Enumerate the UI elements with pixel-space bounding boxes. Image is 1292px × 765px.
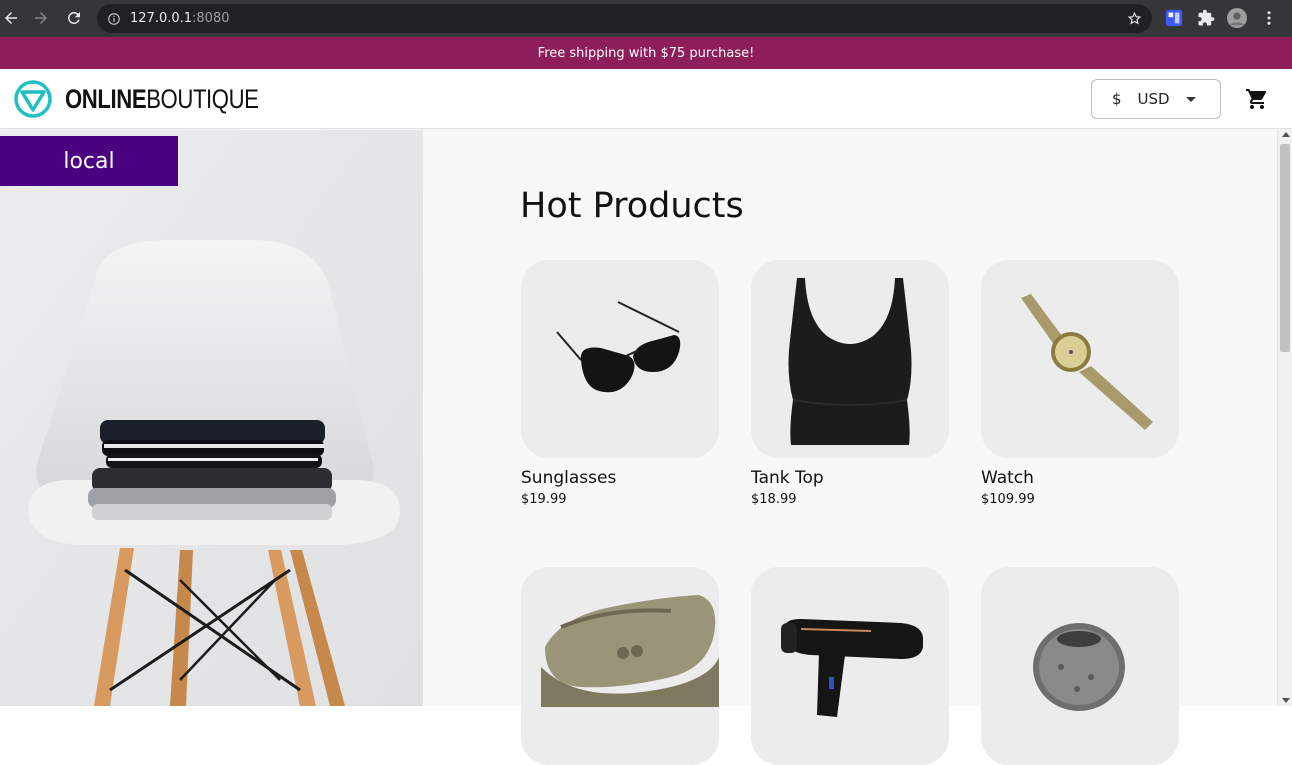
promo-banner-text: Free shipping with $75 purchase!	[537, 45, 755, 61]
site-header: ONLINEBOUTIQUE $ USD	[0, 69, 1292, 129]
product-card[interactable]	[751, 567, 949, 765]
site-logo[interactable]: ONLINEBOUTIQUE	[13, 79, 301, 119]
watch-image	[981, 260, 1179, 458]
currency-code: USD	[1137, 90, 1170, 108]
product-image[interactable]	[521, 260, 719, 458]
product-price: $18.99	[751, 492, 797, 507]
product-image[interactable]	[751, 260, 949, 458]
product-name[interactable]: Watch	[981, 468, 1179, 488]
product-card[interactable]	[521, 567, 719, 765]
product-price: $19.99	[521, 492, 567, 507]
logo-icon	[14, 80, 52, 118]
product-image[interactable]	[521, 567, 719, 765]
url-text: 127.0.0.1:8080	[130, 11, 230, 26]
main-content: Hot Products Sunglasses $19.99 Tank Top …	[423, 130, 1277, 765]
cart-icon[interactable]	[1245, 87, 1269, 111]
reload-button[interactable]	[58, 2, 90, 34]
product-image[interactable]	[981, 260, 1179, 458]
arrow-left-icon	[5, 12, 17, 24]
currency-selector[interactable]: $ USD	[1091, 79, 1221, 119]
section-title: Hot Products	[520, 186, 744, 226]
menu-kebab-icon[interactable]	[1259, 8, 1279, 28]
product-card[interactable]: Sunglasses $19.99	[521, 260, 719, 507]
product-name[interactable]: Tank Top	[751, 468, 949, 488]
page-scrollbar[interactable]	[1277, 130, 1292, 706]
loafers-image	[521, 567, 719, 765]
promo-banner: Free shipping with $75 purchase!	[0, 37, 1292, 69]
arrow-right-icon	[35, 12, 47, 24]
product-card[interactable]: Tank Top $18.99	[751, 260, 949, 507]
product-price: $109.99	[981, 492, 1035, 507]
info-icon[interactable]	[107, 12, 121, 26]
environment-badge: local	[0, 136, 178, 186]
environment-label: local	[63, 148, 115, 174]
tank-top-image	[751, 260, 949, 458]
product-card[interactable]	[981, 567, 1179, 765]
back-button[interactable]	[0, 2, 27, 34]
scrollbar-thumb[interactable]	[1280, 144, 1290, 352]
puzzle-icon[interactable]	[1196, 8, 1216, 28]
candle-holder-image	[981, 567, 1179, 765]
address-bar[interactable]: 127.0.0.1:8080	[97, 4, 1152, 33]
product-card[interactable]: Watch $109.99	[981, 260, 1179, 507]
product-image[interactable]	[751, 567, 949, 765]
chevron-down-icon	[1186, 97, 1196, 102]
hero-image: local	[0, 130, 423, 706]
browser-toolbar: 127.0.0.1:8080	[0, 0, 1292, 37]
chair-illustration	[0, 130, 423, 706]
sunglasses-image	[521, 260, 719, 458]
hairdryer-image	[751, 567, 949, 765]
extension-icon[interactable]	[1164, 8, 1184, 28]
product-image[interactable]	[981, 567, 1179, 765]
profile-avatar[interactable]	[1227, 8, 1247, 28]
scroll-up-arrow-icon[interactable]	[1282, 132, 1290, 137]
logo-wordmark: ONLINEBOUTIQUE	[65, 83, 259, 114]
currency-symbol: $	[1112, 90, 1122, 108]
product-name[interactable]: Sunglasses	[521, 468, 719, 488]
reload-icon	[67, 11, 80, 24]
forward-button[interactable]	[25, 2, 57, 34]
bookmark-star-icon[interactable]	[1127, 11, 1142, 26]
scroll-down-arrow-icon[interactable]	[1282, 698, 1290, 703]
